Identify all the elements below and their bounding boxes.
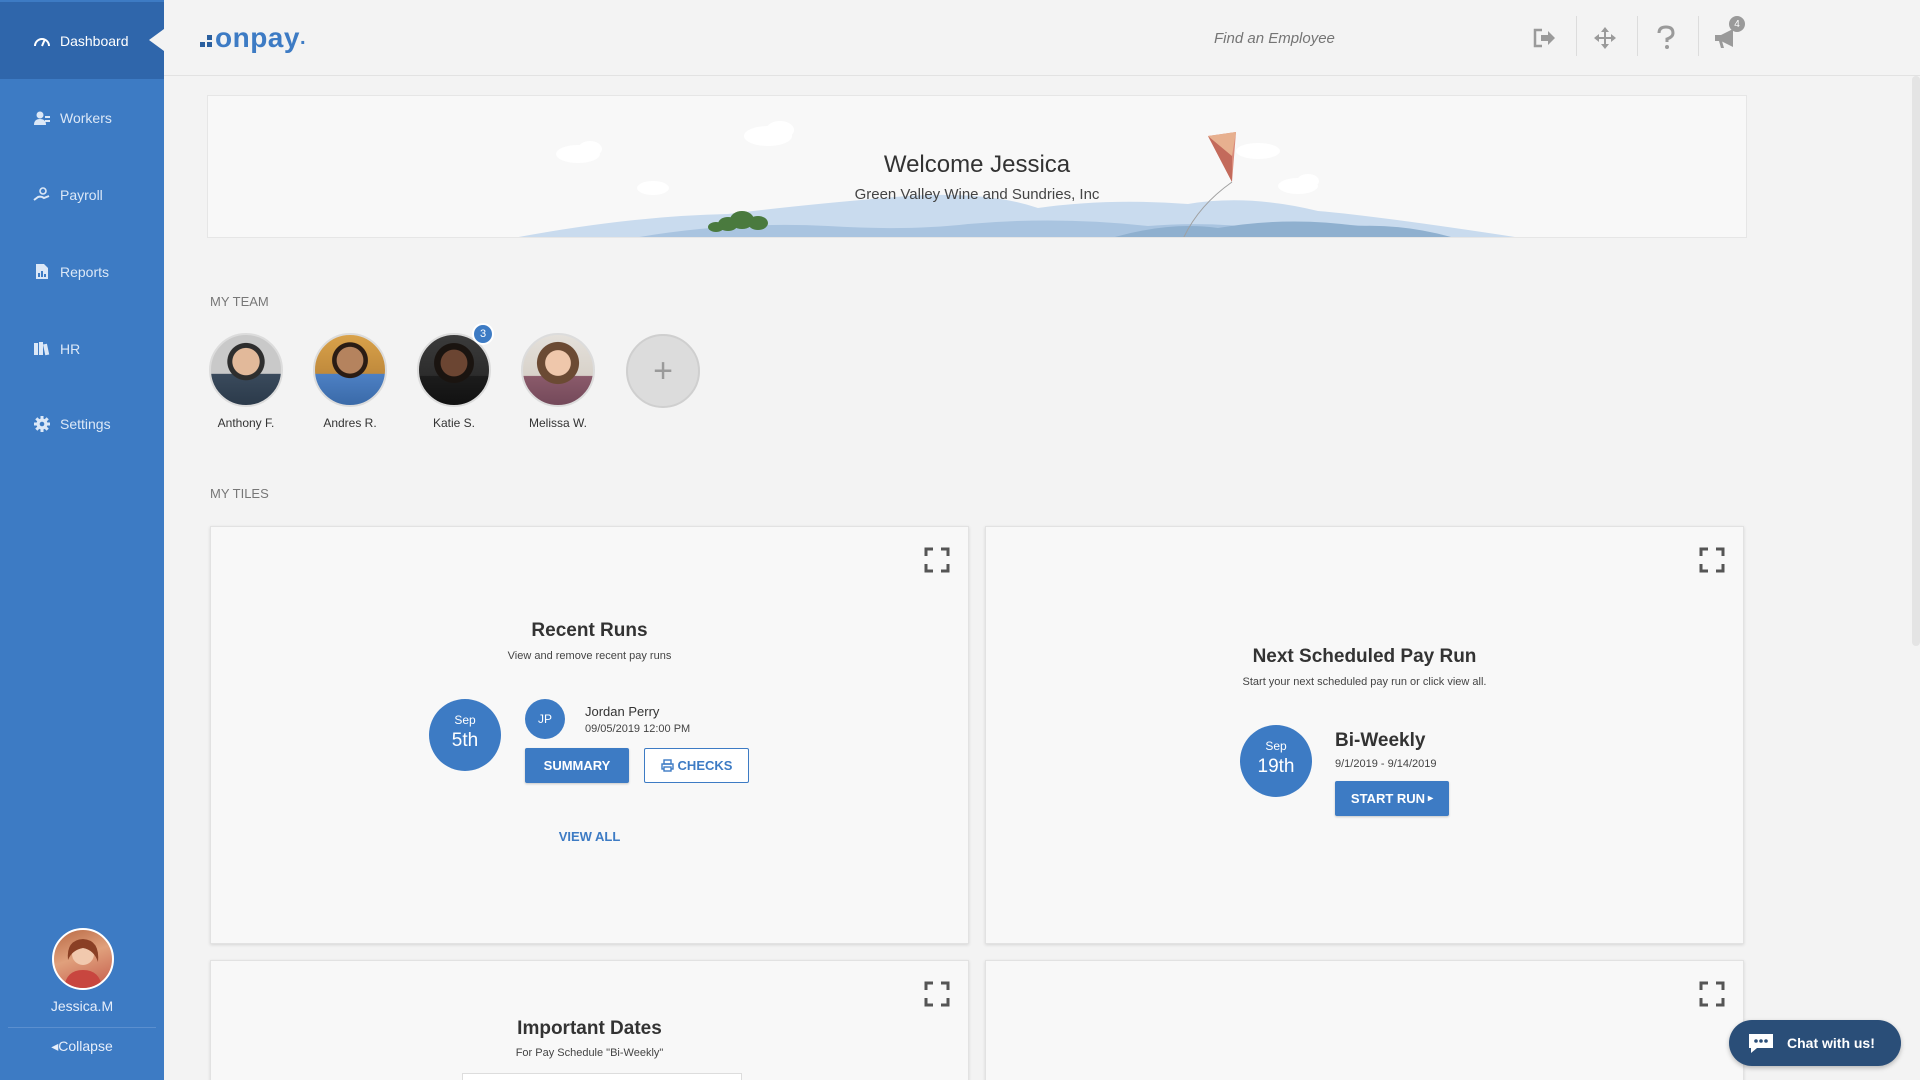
sidebar-item-reports[interactable]: Reports <box>0 233 164 310</box>
team-member-name: Melissa W. <box>528 416 587 430</box>
add-team-member-button[interactable]: + <box>626 334 700 408</box>
report-document-icon <box>32 262 52 282</box>
tile-title: Next Scheduled Pay Run <box>1252 646 1477 667</box>
team-member-katie[interactable]: 3 Katie S. <box>404 323 504 430</box>
checks-button[interactable]: CHECKS <box>644 748 749 783</box>
team-member-name: Anthony F. <box>217 416 275 430</box>
team-member-name: Andres R. <box>323 416 377 430</box>
team-member-andres[interactable]: Andres R. <box>300 333 400 430</box>
chat-label: Chat with us! <box>1787 1035 1875 1051</box>
logo-mark-icon <box>200 35 212 47</box>
team-member-name: Katie S. <box>432 416 476 430</box>
next-pay-run-tile: Next Scheduled Pay Run Start your next s… <box>985 526 1744 944</box>
my-team-label: MY TEAM <box>210 294 269 309</box>
checks-label: CHECKS <box>677 758 733 773</box>
pay-run-date-month: Sep <box>1265 739 1287 753</box>
recent-runs-tile: Recent Runs View and remove recent pay r… <box>210 526 969 944</box>
run-person-name: Jordan Perry <box>585 704 660 719</box>
tile-subtitle: View and remove recent pay runs <box>507 650 672 662</box>
initials-avatar: JP <box>525 699 565 739</box>
sidebar-item-hr[interactable]: HR <box>0 310 164 387</box>
user-avatar[interactable] <box>52 928 114 990</box>
topbar-separator <box>1698 16 1699 56</box>
tile-title: Important Dates <box>517 1018 662 1039</box>
run-datetime: 09/05/2019 12:00 PM <box>585 723 691 735</box>
plus-icon: + <box>653 351 673 390</box>
chat-with-us-button[interactable]: Chat with us! <box>1729 1020 1901 1066</box>
sign-out-icon <box>1533 28 1555 48</box>
payroll-hand-icon <box>32 185 52 205</box>
company-name: Green Valley Wine and Sundries, Inc <box>854 186 1100 203</box>
chat-bubble-icon <box>1749 1034 1773 1053</box>
pay-period: 9/1/2019 - 9/14/2019 <box>1335 758 1437 770</box>
gear-icon <box>32 414 52 434</box>
welcome-title: Welcome Jessica <box>883 151 1071 178</box>
avatar <box>313 333 387 407</box>
sign-out-button[interactable] <box>1524 18 1564 58</box>
page-scrollbar[interactable] <box>1912 76 1920 646</box>
sidebar-item-settings[interactable]: Settings <box>0 385 164 462</box>
view-all-link[interactable]: VIEW ALL <box>211 829 968 844</box>
printer-icon <box>660 759 674 772</box>
sidebar-item-dashboard[interactable]: Dashboard <box>0 2 164 79</box>
pay-schedule-name: Bi-Weekly <box>1335 730 1426 751</box>
help-button[interactable] <box>1646 18 1686 58</box>
books-icon <box>32 339 52 359</box>
gauge-icon <box>32 31 52 51</box>
notification-badge: 4 <box>1729 16 1745 32</box>
avatar <box>209 333 283 407</box>
pay-run-date-day: 19th <box>1257 756 1295 777</box>
announcements-button[interactable]: 4 <box>1707 16 1747 58</box>
important-dates-list <box>462 1073 742 1080</box>
expand-icon[interactable] <box>924 547 950 573</box>
sidebar-item-label: Payroll <box>60 186 103 203</box>
topbar-separator <box>1637 16 1638 56</box>
sidebar-item-payroll[interactable]: Payroll <box>0 156 164 233</box>
avatar <box>521 333 595 407</box>
sidebar-divider <box>8 1027 156 1028</box>
find-employee-input[interactable] <box>1214 24 1444 52</box>
logo-dot: . <box>299 26 307 49</box>
run-date-day: 5th <box>451 730 479 751</box>
topbar: onpay. 4 <box>164 0 1920 76</box>
start-run-label: START RUN <box>1350 791 1426 806</box>
expand-icon[interactable] <box>1699 981 1725 1007</box>
empty-tile <box>985 960 1744 1080</box>
tile-title: Recent Runs <box>531 620 648 641</box>
sidebar-item-label: Settings <box>60 415 111 432</box>
expand-icon[interactable] <box>924 981 950 1007</box>
summary-button[interactable]: SUMMARY <box>525 748 629 783</box>
logo-text: onpay <box>215 22 300 53</box>
question-mark-icon <box>1657 25 1675 49</box>
move-arrows-icon <box>1594 27 1616 49</box>
expand-icon[interactable] <box>1699 547 1725 573</box>
onpay-logo[interactable]: onpay. <box>200 22 306 54</box>
my-tiles-label: MY TILES <box>210 486 269 501</box>
sidebar-item-label: Workers <box>60 109 112 126</box>
welcome-banner: Welcome Jessica Green Valley Wine and Su… <box>207 95 1747 238</box>
run-date-month: Sep <box>454 713 476 727</box>
move-tiles-button[interactable] <box>1585 18 1625 58</box>
workers-icon <box>32 108 52 128</box>
team-member-anthony[interactable]: Anthony F. <box>196 333 296 430</box>
sidebar-item-label: Reports <box>60 263 110 280</box>
sidebar-item-label: Dashboard <box>60 32 129 49</box>
collapse-button[interactable]: ◂Collapse <box>0 1038 164 1055</box>
start-run-button[interactable]: START RUN ▸ <box>1335 781 1449 816</box>
tile-subtitle: Start your next scheduled pay run or cli… <box>1242 676 1487 688</box>
user-name[interactable]: Jessica.M <box>0 998 164 1014</box>
tile-subtitle: For Pay Schedule "Bi-Weekly" <box>515 1047 664 1059</box>
collapse-label: Collapse <box>58 1038 113 1054</box>
sidebar: Dashboard Workers Payroll Reports HR Set… <box>0 0 164 1080</box>
notification-badge: 3 <box>472 323 494 345</box>
run-date-badge: Sep 5th <box>429 699 501 771</box>
pay-run-date-badge: Sep 19th <box>1240 725 1312 797</box>
important-dates-tile: Important Dates For Pay Schedule "Bi-Wee… <box>210 960 969 1080</box>
sidebar-item-workers[interactable]: Workers <box>0 79 164 156</box>
topbar-separator <box>1576 16 1577 56</box>
sidebar-item-label: HR <box>60 340 81 357</box>
caret-right-icon: ▸ <box>1428 793 1434 804</box>
team-member-melissa[interactable]: Melissa W. <box>508 333 608 430</box>
